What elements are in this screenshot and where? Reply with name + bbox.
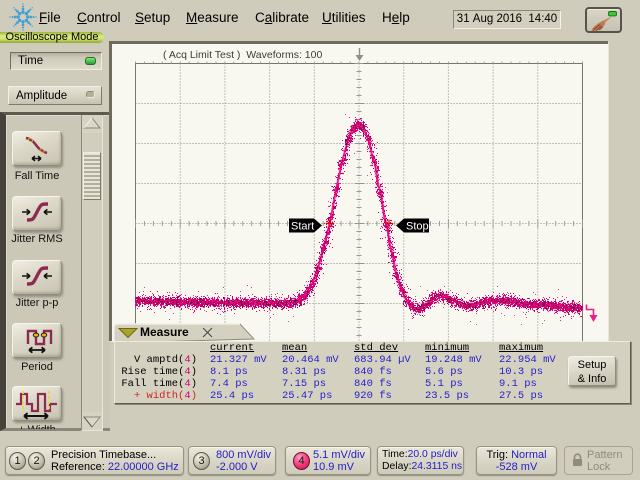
svg-text:Start: Start	[291, 221, 314, 233]
svg-text:Stop: Stop	[406, 221, 429, 233]
